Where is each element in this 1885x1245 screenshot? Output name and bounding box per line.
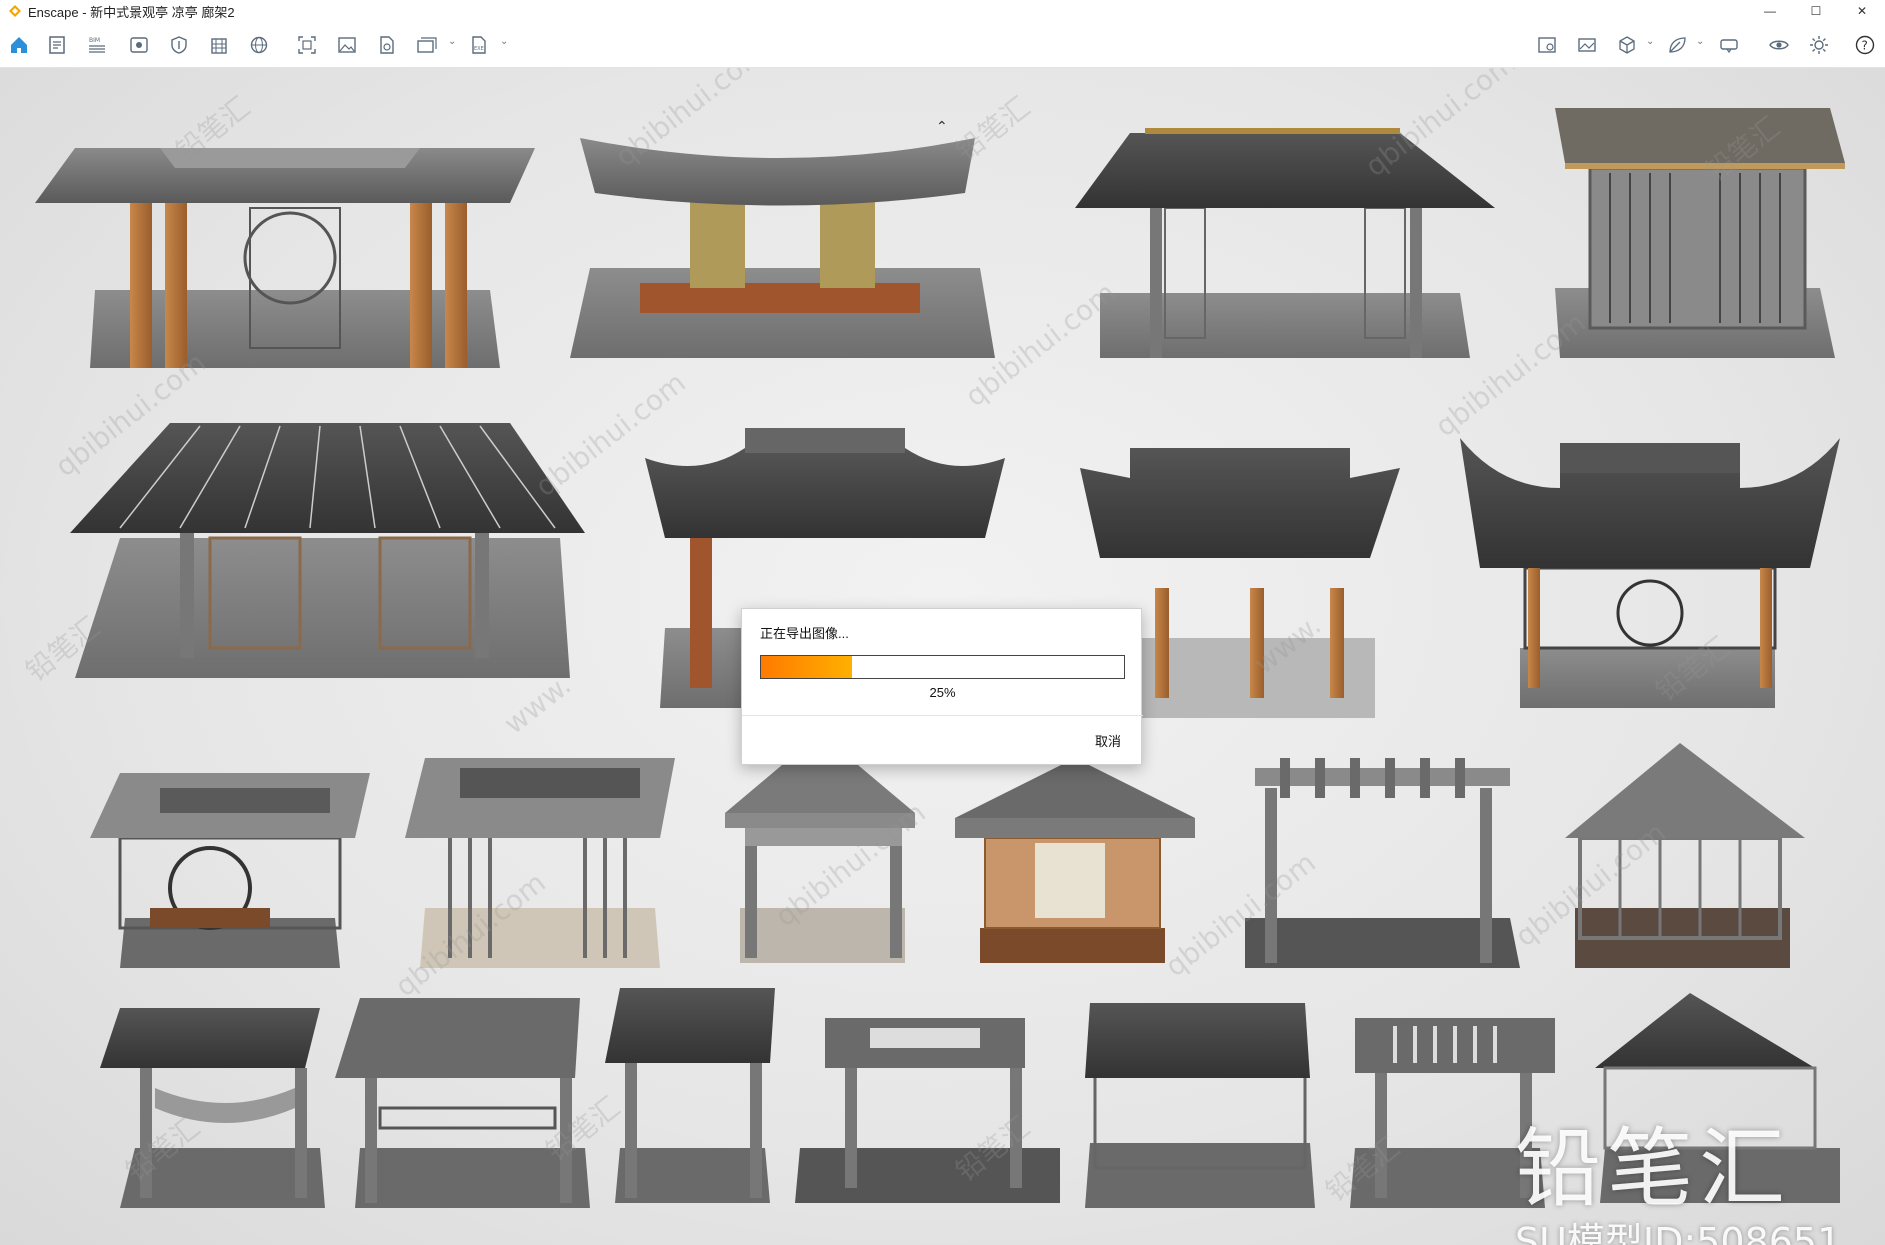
shield-icon[interactable] — [166, 32, 192, 58]
leaf-dropdown-caret[interactable]: ⌄ — [1696, 36, 1704, 47]
cube-icon[interactable] — [1614, 32, 1640, 58]
pavilion-model-9 — [90, 773, 370, 968]
enscape-logo-icon — [9, 5, 21, 17]
document-icon[interactable] — [44, 32, 70, 58]
building-icon[interactable] — [206, 32, 232, 58]
svg-text:?: ? — [1862, 39, 1868, 53]
dialog-title: 正在导出图像... — [760, 626, 849, 641]
window-controls: — ☐ ✕ — [1747, 0, 1885, 22]
pavilion-model-3 — [1075, 128, 1495, 358]
home-icon[interactable] — [6, 32, 32, 58]
vr-headset-icon[interactable] — [1716, 32, 1742, 58]
pavilion-model-1 — [35, 148, 535, 368]
pavilion-model-4 — [1555, 108, 1845, 358]
brand-watermark: 铅笔汇 — [1515, 1119, 1791, 1219]
dialog-divider — [742, 715, 1143, 716]
batch-render-icon[interactable] — [414, 32, 440, 58]
pavilion-model-19 — [1085, 1003, 1315, 1208]
progress-fill — [761, 656, 852, 678]
pavilion-model-12 — [955, 758, 1195, 963]
exe-icon[interactable]: EXE — [466, 32, 492, 58]
toolbar: BIM ⌄ EXE ⌄ ⌄ ⌄ ? — [0, 22, 1885, 68]
pavilion-model-8 — [1460, 438, 1840, 708]
settings-image-icon[interactable] — [1534, 32, 1560, 58]
pavilion-model-18 — [795, 1018, 1060, 1203]
eye-icon[interactable] — [126, 32, 152, 58]
help-icon[interactable]: ? — [1852, 32, 1878, 58]
progress-bar — [760, 655, 1125, 679]
maximize-button[interactable]: ☐ — [1793, 0, 1839, 22]
pavilion-model-11 — [725, 733, 915, 963]
pavilion-model-14 — [1565, 743, 1805, 968]
window-title: Enscape - 新中式景观亭 凉亭 廊架2 — [28, 4, 235, 20]
bim-icon[interactable]: BIM — [84, 32, 110, 58]
image-icon[interactable] — [334, 32, 360, 58]
batch-render-dropdown-caret[interactable]: ⌄ — [448, 36, 456, 47]
collapse-toolbar-caret[interactable]: ⌃ — [936, 118, 948, 135]
gear-icon[interactable] — [1806, 32, 1832, 58]
pavilion-model-15 — [100, 1008, 325, 1208]
file-export-icon[interactable] — [374, 32, 400, 58]
minimize-button[interactable]: — — [1747, 0, 1793, 22]
svg-text:EXE: EXE — [474, 46, 484, 52]
leaf-icon[interactable] — [1664, 32, 1690, 58]
pavilion-model-16 — [335, 998, 590, 1208]
capture-icon[interactable] — [294, 32, 320, 58]
exe-dropdown-caret[interactable]: ⌄ — [500, 36, 508, 47]
pavilion-model-2 — [570, 138, 995, 358]
cube-dropdown-caret[interactable]: ⌄ — [1646, 36, 1654, 47]
model-id-watermark: SU模型ID:508651 — [1515, 1220, 1842, 1245]
pavilion-model-17 — [605, 988, 775, 1203]
cancel-button[interactable]: 取消 — [1095, 731, 1121, 750]
pavilion-model-10 — [405, 758, 675, 968]
svg-text:BIM: BIM — [89, 37, 100, 44]
panorama-icon[interactable] — [1574, 32, 1600, 58]
pavilion-model-5 — [70, 423, 585, 678]
title-bar: Enscape - 新中式景观亭 凉亭 廊架2 — ☐ ✕ — [0, 0, 1885, 22]
view-icon[interactable] — [1766, 32, 1792, 58]
close-button[interactable]: ✕ — [1839, 0, 1885, 22]
sphere-icon[interactable] — [246, 32, 272, 58]
export-progress-dialog: 正在导出图像... 25% 取消 — [741, 608, 1143, 765]
render-viewport[interactable]: 铅笔汇 qbibihui.com 铅笔汇 qbibihui.com 铅笔汇 qb… — [0, 68, 1885, 1245]
progress-percent: 25% — [929, 685, 956, 700]
pavilion-model-13 — [1245, 758, 1520, 968]
